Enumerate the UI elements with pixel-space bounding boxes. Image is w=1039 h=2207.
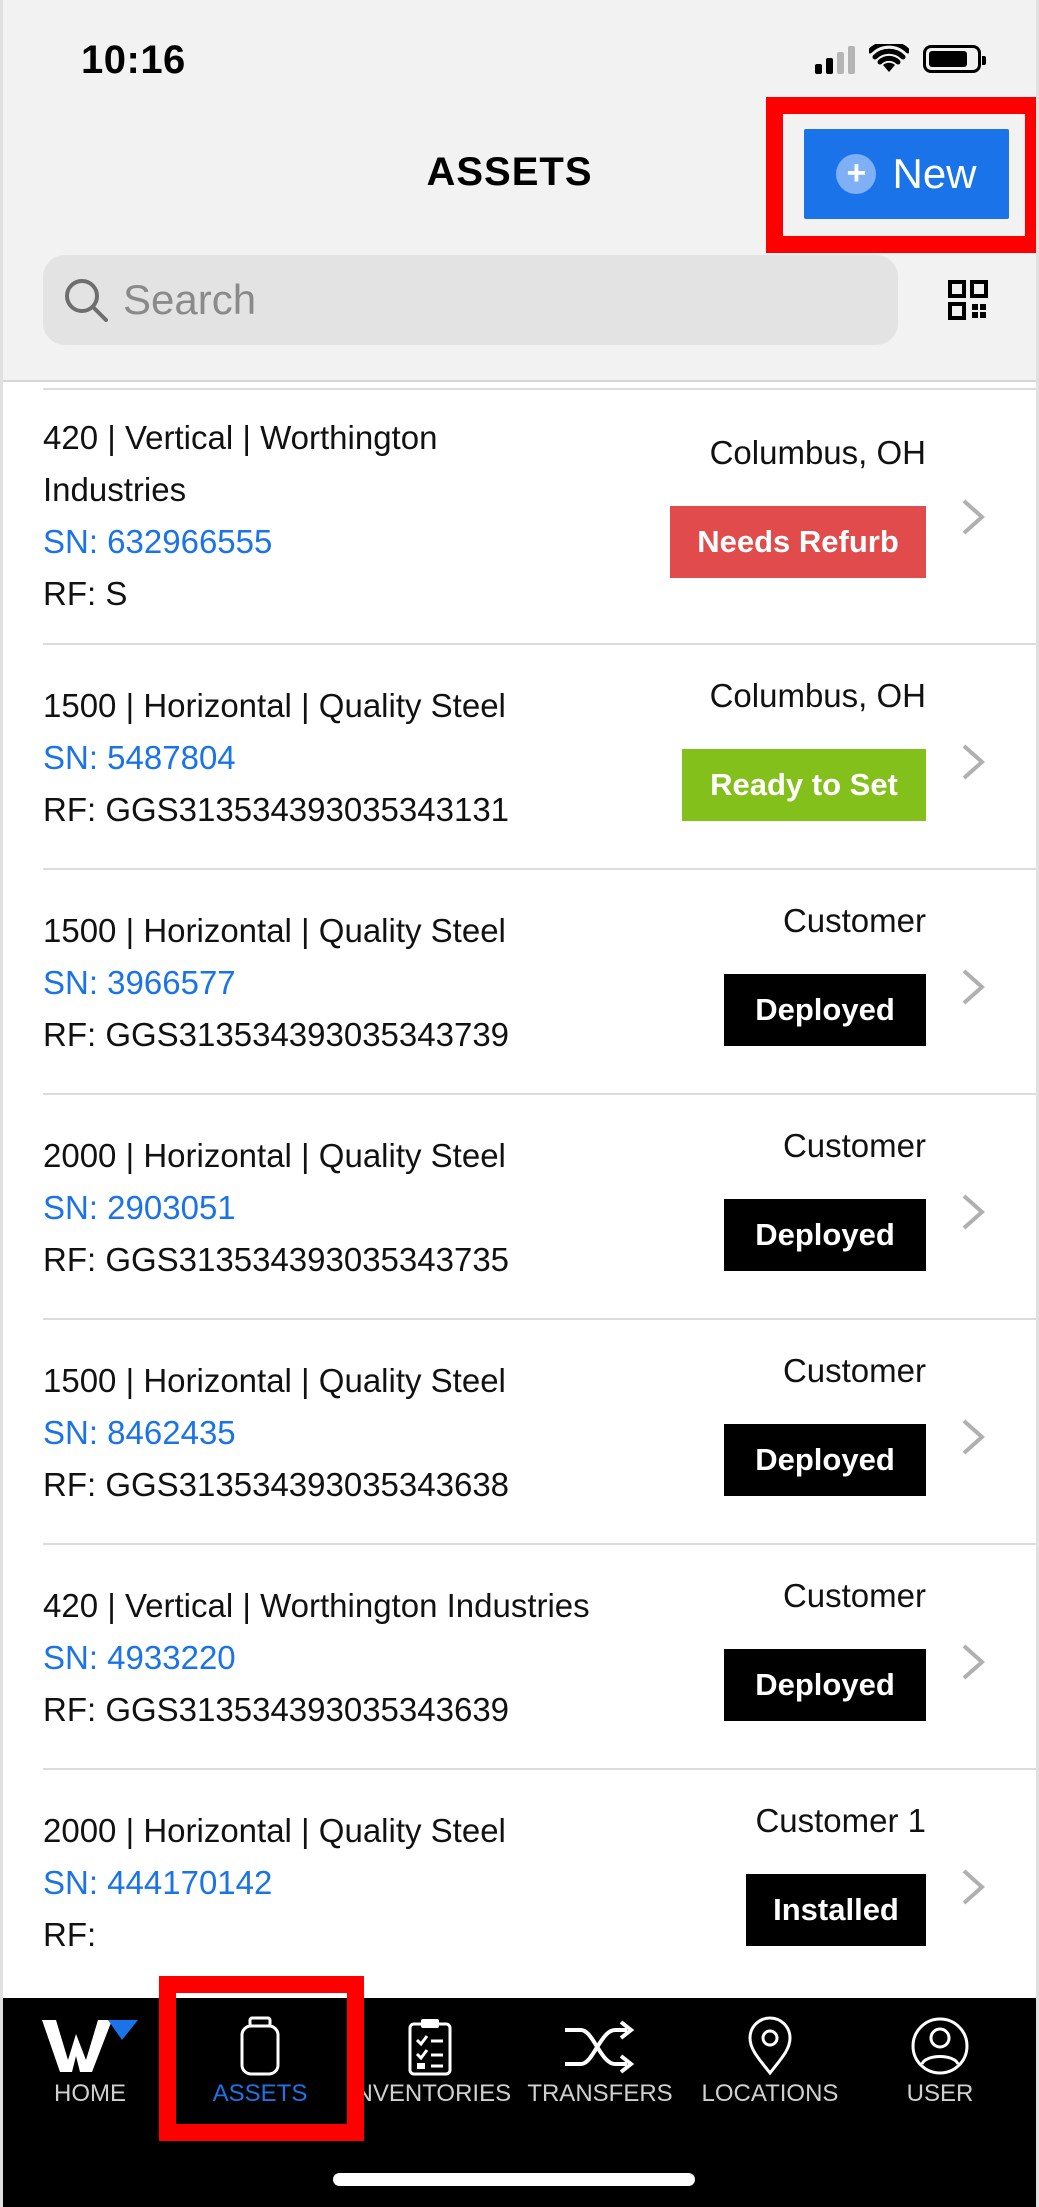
asset-description-cont: Industries: [43, 471, 187, 508]
status-badge: Installed: [746, 1874, 926, 1946]
chevron-right-icon: [962, 1869, 986, 1905]
asset-info: 1500 | Horizontal | Quality Steel SN: 54…: [43, 680, 509, 836]
asset-description: 2000 | Horizontal | Quality Steel: [43, 1812, 506, 1849]
asset-location: Customer 1: [755, 1802, 926, 1839]
asset-rf-tag: RF: GGS313534393035343739: [43, 1016, 510, 1053]
asset-location: Customer: [782, 1352, 926, 1389]
tab-label: TRANSFERS: [527, 2080, 673, 2107]
search-input[interactable]: [123, 276, 823, 324]
battery-icon: [923, 45, 986, 73]
tab-home[interactable]: HOME: [5, 1998, 175, 2148]
clipboard-icon: [408, 2019, 452, 2076]
status-badge: Deployed: [724, 1649, 926, 1721]
asset-rf-tag: RF: GGS313534393035343638: [43, 1466, 510, 1503]
asset-info: 1500 | Horizontal | Quality Steel SN: 39…: [43, 905, 509, 1061]
status-badge: Ready to Set: [682, 749, 926, 821]
qr-code-icon[interactable]: [948, 280, 988, 320]
status-badge: Deployed: [724, 974, 926, 1046]
assets-screen: 10:16 ASSETS + New Search 420 | Vertical…: [0, 0, 1039, 2207]
asset-info: 2000 | Horizontal | Quality Steel SN: 44…: [43, 1805, 506, 1961]
tab-transfers[interactable]: TRANSFERS: [515, 1998, 685, 2148]
tank-icon: [240, 2016, 280, 2076]
search-bar[interactable]: [43, 255, 898, 345]
status-badge: Needs Refurb: [670, 506, 926, 578]
plus-icon: +: [836, 154, 877, 194]
list-item[interactable]: 2000 | Horizontal | Quality Steel SN: 44…: [43, 1770, 1036, 1995]
asset-location: Customer: [782, 902, 926, 939]
asset-serial-number: SN: 4933220: [43, 1639, 236, 1676]
chevron-right-icon: [962, 1194, 986, 1230]
list-item[interactable]: 1500 | Horizontal | Quality Steel SN: 54…: [43, 645, 1036, 870]
asset-rf-tag: RF:: [43, 1916, 97, 1953]
user-icon: [911, 2017, 969, 2075]
asset-serial-number: SN: 3966577: [43, 964, 236, 1001]
home-indicator[interactable]: [333, 2173, 695, 2186]
asset-serial-number: SN: 444170142: [43, 1864, 273, 1901]
asset-serial-number: SN: 2903051: [43, 1189, 236, 1226]
asset-serial-number: SN: 632966555: [43, 523, 273, 560]
logo-w-icon: [42, 2020, 138, 2072]
chevron-right-icon: [962, 1644, 986, 1680]
asset-description: 1500 | Horizontal | Quality Steel: [43, 687, 506, 724]
asset-list[interactable]: 420 | Vertical | Worthington Industries …: [3, 380, 1036, 1998]
asset-description: 420 | Vertical | Worthington: [43, 419, 438, 456]
chevron-right-icon: [962, 744, 986, 780]
asset-location: Customer: [782, 1127, 926, 1164]
tab-label: HOME: [54, 2080, 126, 2107]
tab-label: USER: [906, 2080, 974, 2107]
asset-rf-tag: RF: GGS313534393035343639: [43, 1691, 510, 1728]
shuffle-icon: [565, 2020, 635, 2074]
status-icons: [815, 44, 986, 74]
list-item[interactable]: 420 | Vertical | Worthington Industries …: [43, 390, 1036, 645]
chevron-right-icon: [962, 1419, 986, 1455]
asset-rf-tag: RF: S: [43, 575, 128, 612]
asset-info: 2000 | Horizontal | Quality Steel SN: 29…: [43, 1130, 509, 1286]
tab-user[interactable]: USER: [855, 1998, 1025, 2148]
tab-inventories[interactable]: INVENTORIES: [345, 1998, 515, 2148]
list-item[interactable]: 2000 | Horizontal | Quality Steel SN: 29…: [43, 1095, 1036, 1320]
tab-label: LOCATIONS: [701, 2080, 839, 2107]
asset-info: 420 | Vertical | Worthington Industries …: [43, 412, 437, 620]
chevron-right-icon: [962, 499, 986, 535]
asset-serial-number: SN: 8462435: [43, 1414, 236, 1451]
asset-description: 1500 | Horizontal | Quality Steel: [43, 912, 506, 949]
asset-description: 2000 | Horizontal | Quality Steel: [43, 1137, 506, 1174]
tab-label: INVENTORIES: [348, 2080, 512, 2107]
asset-rf-tag: RF: GGS313534393035343131: [43, 791, 510, 828]
status-bar: 10:16: [3, 0, 1036, 110]
asset-info: 420 | Vertical | Worthington Industries …: [43, 1580, 590, 1736]
list-item[interactable]: 1500 | Horizontal | Quality Steel SN: 84…: [43, 1320, 1036, 1545]
tab-assets[interactable]: ASSETS: [175, 1998, 345, 2148]
status-badge: Deployed: [724, 1424, 926, 1496]
list-divider: [43, 382, 1036, 390]
cellular-signal-icon: [815, 44, 855, 74]
map-pin-icon: [748, 2016, 792, 2076]
asset-location: Columbus, OH: [709, 434, 926, 471]
search-icon: [65, 279, 108, 322]
list-item[interactable]: 1500 | Horizontal | Quality Steel SN: 39…: [43, 870, 1036, 1095]
asset-description: 1500 | Horizontal | Quality Steel: [43, 1362, 506, 1399]
asset-info: 1500 | Horizontal | Quality Steel SN: 84…: [43, 1355, 509, 1511]
asset-description: 420 | Vertical | Worthington Industries: [43, 1587, 590, 1624]
tab-locations[interactable]: LOCATIONS: [685, 1998, 855, 2148]
asset-rf-tag: RF: GGS313534393035343735: [43, 1241, 510, 1278]
wifi-icon: [869, 44, 909, 72]
status-time: 10:16: [81, 38, 186, 82]
new-button-label: New: [892, 150, 977, 197]
asset-location: Customer: [782, 1577, 926, 1614]
chevron-right-icon: [962, 969, 986, 1005]
asset-serial-number: SN: 5487804: [43, 739, 236, 776]
new-asset-button[interactable]: + New: [804, 129, 1009, 219]
tab-label: ASSETS: [212, 2080, 308, 2107]
list-item[interactable]: 420 | Vertical | Worthington Industries …: [43, 1545, 1036, 1770]
status-badge: Deployed: [724, 1199, 926, 1271]
asset-location: Columbus, OH: [709, 677, 926, 714]
